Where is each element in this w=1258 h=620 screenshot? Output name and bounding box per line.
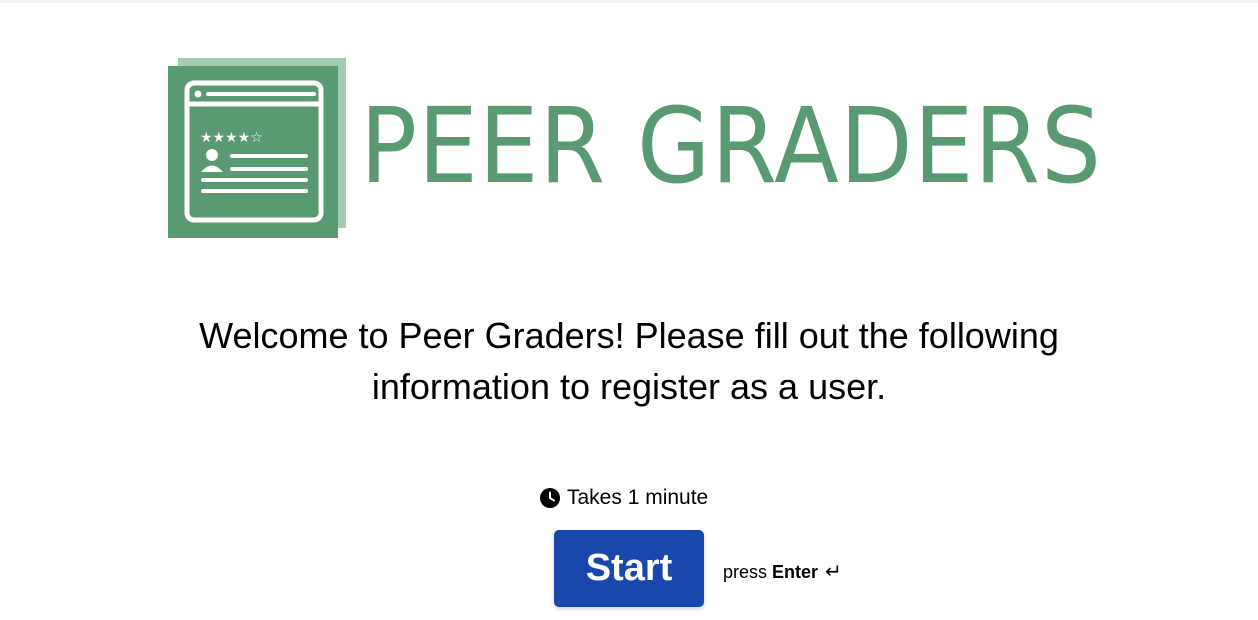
- brand-name: PEER GRADERS: [360, 85, 1102, 207]
- review-card-logo-icon: ★★★★☆: [168, 58, 346, 238]
- welcome-message: Welcome to Peer Graders! Please fill out…: [199, 315, 1059, 407]
- press-label: press: [723, 562, 768, 582]
- enter-key-label: Enter: [772, 562, 819, 582]
- start-button[interactable]: Start: [554, 530, 704, 607]
- duration-info: Takes 1 minute: [540, 484, 708, 512]
- top-strip: [0, 0, 1258, 3]
- brand-logo: ★★★★☆ PEER GRADERS: [168, 58, 1108, 240]
- clock-icon: [540, 488, 560, 508]
- enter-icon: ↵: [825, 561, 842, 583]
- duration-text: Takes 1 minute: [567, 486, 709, 509]
- press-enter-hint: press Enter ↵: [723, 560, 842, 584]
- svg-text:★★★★☆: ★★★★☆: [200, 130, 263, 146]
